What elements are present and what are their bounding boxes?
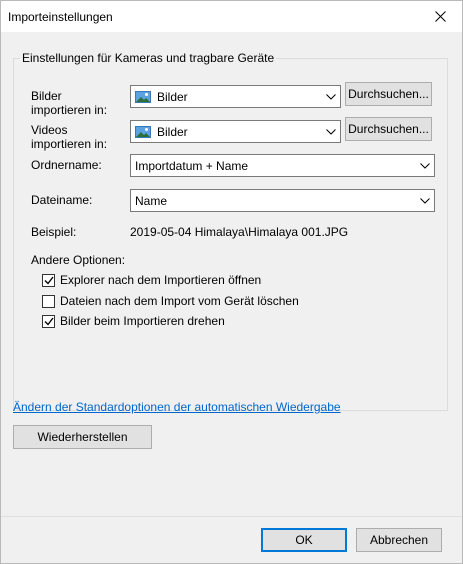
title-bar: Importeinstellungen xyxy=(1,1,462,32)
checkbox[interactable] xyxy=(42,294,55,308)
ordner-dropdown-value: Importdatum + Name xyxy=(135,158,249,173)
checkbox[interactable] xyxy=(42,314,55,328)
beispiel-value: 2019-05-04 Himalaya\Himalaya 001.JPG xyxy=(130,225,349,239)
option-delete-from-device[interactable]: Dateien nach dem Import vom Gerät lösche… xyxy=(42,293,299,309)
dialog-content: Einstellungen für Kameras und tragbare G… xyxy=(1,32,462,516)
bilder-label-line2: importieren in: xyxy=(31,103,108,117)
bilder-destination-dropdown[interactable]: Bilder xyxy=(130,85,341,108)
group-title: Einstellungen für Kameras und tragbare G… xyxy=(20,51,277,65)
dialog-title: Importeinstellungen xyxy=(8,10,113,24)
ordner-name-dropdown[interactable]: Importdatum + Name xyxy=(130,154,435,177)
options-title: Andere Optionen: xyxy=(31,253,126,267)
chevron-down-icon xyxy=(416,155,434,176)
chevron-down-icon xyxy=(322,86,340,107)
bilder-browse-button[interactable]: Durchsuchen... xyxy=(345,82,432,106)
videos-dropdown-value: Bilder xyxy=(157,124,188,139)
chevron-down-icon xyxy=(416,190,434,211)
picture-folder-icon xyxy=(135,125,151,138)
datei-label: Dateiname: xyxy=(31,193,93,207)
browse-label: Durchsuchen... xyxy=(348,122,429,136)
datei-dropdown-value: Name xyxy=(135,193,168,208)
autoplay-defaults-link[interactable]: Ändern der Standardoptionen der automati… xyxy=(13,400,341,414)
ordner-label: Ordnername: xyxy=(31,158,102,172)
cancel-label: Abbrechen xyxy=(369,533,429,547)
option-open-explorer[interactable]: Explorer nach dem Importieren öffnen xyxy=(42,272,261,288)
ok-button[interactable]: OK xyxy=(261,528,347,552)
videos-label-line2: importieren in: xyxy=(31,137,108,151)
option-label: Explorer nach dem Importieren öffnen xyxy=(60,273,262,287)
option-label: Dateien nach dem Import vom Gerät lösche… xyxy=(60,294,299,308)
checkbox[interactable] xyxy=(42,273,55,287)
bilder-dropdown-value: Bilder xyxy=(157,89,188,104)
chevron-down-icon xyxy=(322,121,340,142)
dialog-footer: OK Abbrechen xyxy=(1,516,462,563)
close-button[interactable] xyxy=(418,1,462,32)
check-icon xyxy=(44,276,54,285)
option-rotate-images[interactable]: Bilder beim Importieren drehen xyxy=(42,313,225,329)
beispiel-label: Beispiel: xyxy=(31,225,77,239)
import-settings-dialog: Importeinstellungen Einstellungen für Ka… xyxy=(0,0,463,564)
ok-label: OK xyxy=(295,533,313,547)
cancel-button[interactable]: Abbrechen xyxy=(356,528,442,552)
picture-folder-icon xyxy=(135,90,151,103)
restore-button[interactable]: Wiederherstellen xyxy=(13,425,152,449)
datei-name-dropdown[interactable]: Name xyxy=(130,189,435,212)
check-icon xyxy=(44,317,54,326)
camera-settings-group: Einstellungen für Kameras und tragbare G… xyxy=(13,51,448,411)
close-icon xyxy=(434,11,446,22)
videos-browse-button[interactable]: Durchsuchen... xyxy=(345,117,432,141)
bilder-label-line1: Bilder xyxy=(31,89,62,103)
videos-destination-dropdown[interactable]: Bilder xyxy=(130,120,341,143)
restore-label: Wiederherstellen xyxy=(37,430,128,444)
option-label: Bilder beim Importieren drehen xyxy=(60,314,225,328)
browse-label: Durchsuchen... xyxy=(348,87,429,101)
videos-label-line1: Videos xyxy=(31,123,68,137)
